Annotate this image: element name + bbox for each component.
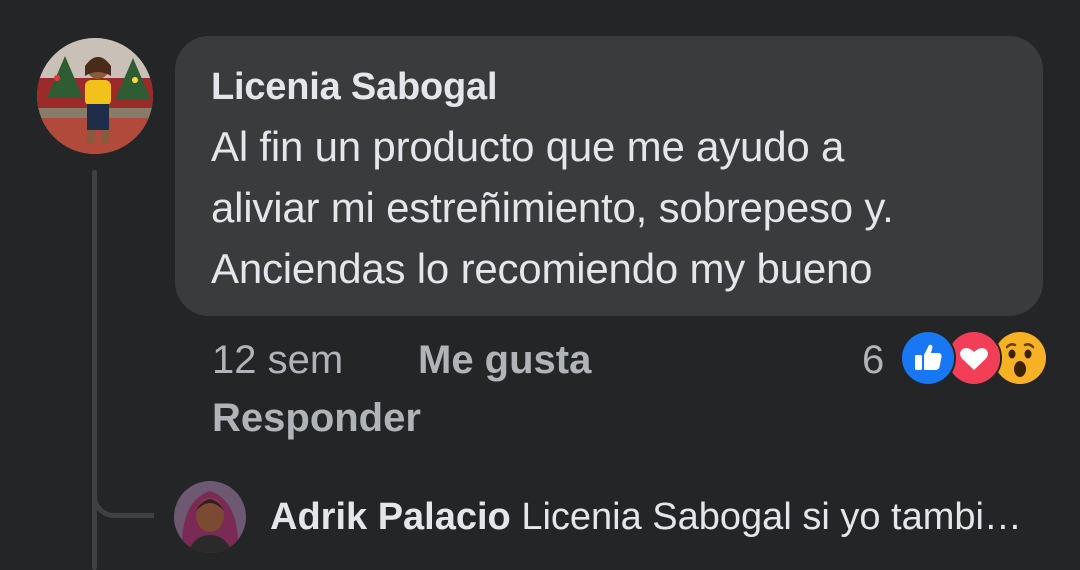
comment-timestamp[interactable]: 12 sem — [212, 336, 343, 384]
like-icon — [900, 330, 956, 386]
comment-bubble: Licenia Sabogal Al fin un producto que m… — [175, 36, 1043, 316]
avatar[interactable] — [37, 38, 153, 154]
profile-photo — [174, 481, 246, 553]
comment-author[interactable]: Licenia Sabogal — [211, 64, 1013, 110]
reaction-count[interactable]: 6 — [862, 336, 884, 384]
reply-preview[interactable]: Adrik Palacio Licenia Sabogal si yo tamb… — [270, 494, 1022, 540]
profile-photo — [37, 38, 153, 154]
reaction-summary[interactable] — [900, 330, 1050, 386]
reply-author[interactable]: Adrik Palacio — [270, 496, 511, 538]
comment-text-line: aliviar mi estreñimiento, sobrepeso y. — [211, 184, 894, 231]
comment-text-line: Al fin un producto que me ayudo a — [211, 123, 845, 170]
like-button[interactable]: Me gusta — [418, 336, 591, 384]
reply-text: Licenia Sabogal si yo tambi… — [521, 496, 1022, 538]
comment-text: Al fin un producto que me ayudo a alivia… — [211, 116, 1013, 299]
reply-avatar[interactable] — [174, 481, 246, 553]
comment-text-line: Anciendas lo recomiendo my bueno — [211, 245, 873, 292]
reply-button[interactable]: Responder — [212, 394, 421, 442]
reply-connector — [92, 430, 154, 518]
